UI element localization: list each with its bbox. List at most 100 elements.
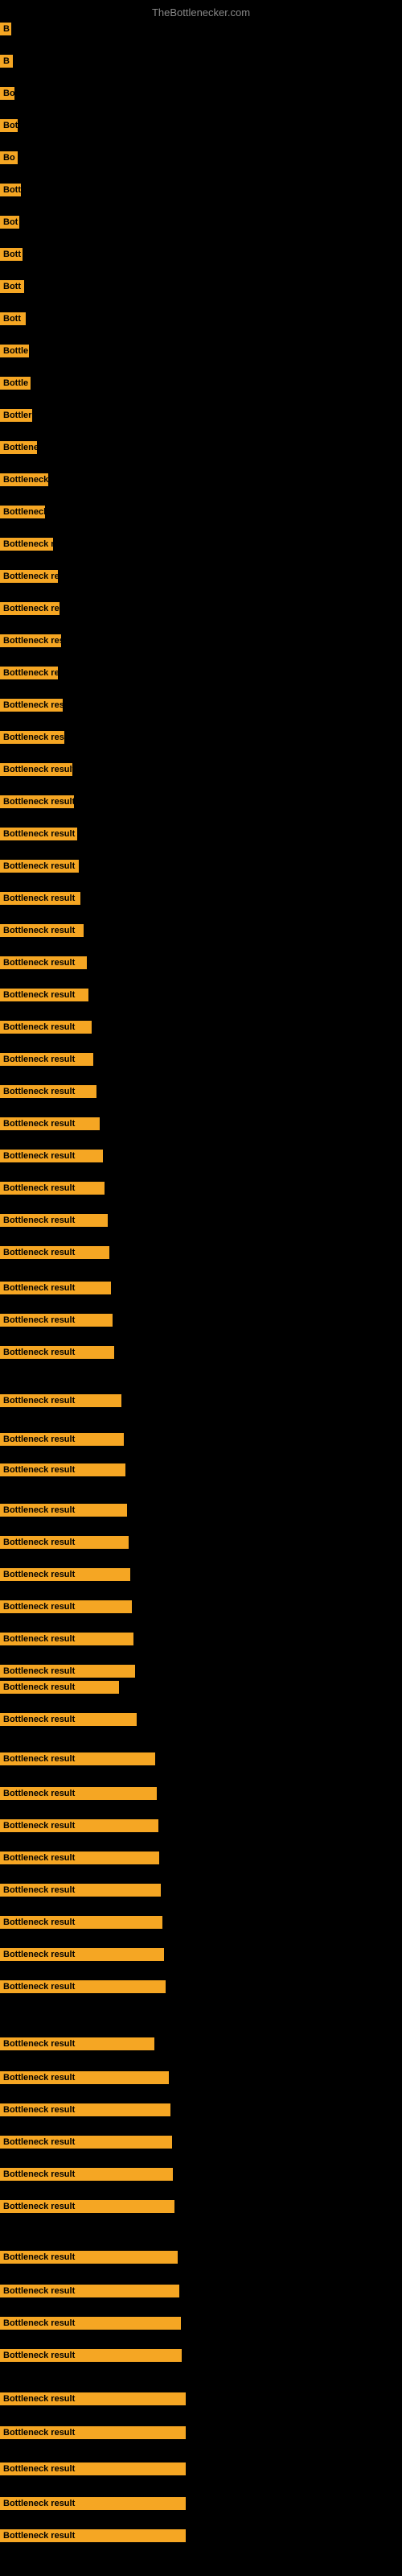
- bar-label: Bottleneck result: [0, 2037, 154, 2050]
- bar-item: Bottleneck result: [0, 924, 84, 941]
- bar-label: Bottleneck result: [0, 2285, 179, 2297]
- bar-item: Bottleneck result: [0, 699, 63, 716]
- bar-item: Bottleneck result: [0, 1681, 119, 1698]
- bar-label: Bottleneck result: [0, 602, 59, 615]
- bar-label: Bo: [0, 87, 14, 100]
- bar-item: Bottleneck result: [0, 1536, 129, 1553]
- bar-item: Bottleneck result: [0, 892, 80, 909]
- bar-item: Bottleneck result: [0, 1787, 157, 1804]
- bar-label: Bottleneck result: [0, 2426, 186, 2439]
- bar-label: Bottleneck result: [0, 1819, 158, 1832]
- bar-item: Bottleneck result: [0, 1182, 105, 1199]
- bar-label: Bottleneck result: [0, 538, 53, 551]
- bar-label: Bottleneck result: [0, 2168, 173, 2181]
- bar-label: Bott: [0, 248, 23, 261]
- bar-item: Bottleneck result: [0, 1246, 109, 1263]
- bar-label: Bottleneck result: [0, 1117, 100, 1130]
- bar-label: Bottleneck result: [0, 2200, 174, 2213]
- bar-item: Bottleneck result: [0, 1053, 93, 1070]
- bar-label: Bott: [0, 280, 24, 293]
- bar-label: Bottler: [0, 409, 32, 422]
- bar-label: Bottleneck result: [0, 2317, 181, 2330]
- bar-label: Bottleneck result: [0, 2103, 170, 2116]
- bar-label: Bottleneck result: [0, 1463, 125, 1476]
- bar-label: Bottleneck result: [0, 1787, 157, 1800]
- bar-label: Bottleneck result: [0, 2462, 186, 2475]
- bar-item: Bottleneck result: [0, 1282, 111, 1298]
- bar-item: Bottleneck result: [0, 956, 87, 973]
- bar-item: Bottleneck result: [0, 634, 61, 651]
- bar-label: B: [0, 55, 13, 68]
- bar-label: Bott: [0, 184, 21, 196]
- bar-label: Bottleneck: [0, 441, 37, 454]
- bar-item: Bottleneck result: [0, 1463, 125, 1480]
- bar-item: Bottleneck result: [0, 1948, 164, 1965]
- bar-item: Bottleneck result: [0, 1021, 92, 1038]
- bar-label: Bottleneck result: [0, 1633, 133, 1645]
- bar-label: Bottleneck result: [0, 1681, 119, 1694]
- bar-label: Bottle: [0, 345, 29, 357]
- bar-item: Bottleneck result: [0, 1752, 155, 1769]
- bar-item: Bottleneck result: [0, 731, 64, 748]
- bar-item: Bottleneck result: [0, 989, 88, 1005]
- bar-item: Bottleneck result: [0, 1214, 108, 1231]
- bar-label: Bottleneck r: [0, 506, 45, 518]
- bar-label: Bottleneck result: [0, 2349, 182, 2362]
- bar-item: Bott: [0, 248, 23, 265]
- bar-label: Bottleneck result: [0, 570, 58, 583]
- bar-item: Bo: [0, 151, 18, 168]
- bar-label: Bottleneck result: [0, 989, 88, 1001]
- bar-item: Bo: [0, 87, 14, 104]
- bar-item: Bottleneck result: [0, 1314, 113, 1331]
- bar-label: Bottleneck result: [0, 1916, 162, 1929]
- bar-item: Bottleneck result: [0, 2497, 186, 2514]
- bar-label: Bottleneck result: [0, 1665, 135, 1678]
- bar-label: Bottleneck result: [0, 1282, 111, 1294]
- bar-label: Bottleneck result: [0, 1433, 124, 1446]
- bar-label: Bottleneck result: [0, 1568, 130, 1581]
- bar-label: Bottleneck result: [0, 1053, 93, 1066]
- bar-label: Bottleneck result: [0, 1346, 114, 1359]
- bar-label: Bottleneck resu: [0, 473, 48, 486]
- bar-label: Bottleneck result: [0, 1852, 159, 1864]
- bar-item: Bottleneck result: [0, 1916, 162, 1933]
- bar-label: Bottleneck result: [0, 763, 72, 776]
- bar-label: Bottleneck result: [0, 1021, 92, 1034]
- bar-item: Bottleneck result: [0, 1633, 133, 1649]
- bar-label: Bott: [0, 312, 26, 325]
- bar-item: Bottleneck result: [0, 763, 72, 780]
- bar-item: B: [0, 55, 13, 72]
- bar-item: Bottleneck result: [0, 1433, 124, 1450]
- bar-item: Bott: [0, 280, 24, 297]
- bar-label: Bottleneck resu: [0, 667, 58, 679]
- bar-item: Bottleneck result: [0, 2071, 169, 2088]
- bar-item: Bott: [0, 312, 26, 329]
- bar-item: Bottleneck result: [0, 2426, 186, 2443]
- bar-label: Bottleneck result: [0, 1600, 132, 1613]
- bar-item: Bot: [0, 119, 18, 136]
- bar-label: Bottleneck result: [0, 1394, 121, 1407]
- bar-item: Bottleneck result: [0, 795, 74, 812]
- bar-label: Bottleneck result: [0, 924, 84, 937]
- bar-item: Bottleneck result: [0, 1600, 132, 1617]
- bar-label: Bottleneck result: [0, 1246, 109, 1259]
- bar-label: Bottleneck result: [0, 2392, 186, 2405]
- bar-item: Bottleneck result: [0, 570, 58, 587]
- bar-item: B: [0, 23, 11, 39]
- bar-item: Bottleneck: [0, 441, 37, 458]
- bar-item: Bottleneck resu: [0, 667, 58, 683]
- bar-label: Bottleneck result: [0, 1314, 113, 1327]
- bar-item: Bottleneck result: [0, 2285, 179, 2301]
- bar-item: Bottleneck result: [0, 2317, 181, 2334]
- bar-item: Bottleneck result: [0, 1150, 103, 1166]
- bar-item: Bottleneck result: [0, 2136, 172, 2153]
- bar-item: Bottleneck result: [0, 860, 79, 877]
- bar-label: Bottleneck result: [0, 1884, 161, 1897]
- bar-item: Bottleneck result: [0, 2103, 170, 2120]
- bar-label: Bottleneck result: [0, 1150, 103, 1162]
- bar-item: Bottle: [0, 377, 31, 394]
- bar-item: Bottleneck result: [0, 2251, 178, 2268]
- bar-label: Bottleneck result: [0, 956, 87, 969]
- bar-item: Bottleneck result: [0, 1665, 135, 1682]
- bar-item: Bot: [0, 216, 19, 233]
